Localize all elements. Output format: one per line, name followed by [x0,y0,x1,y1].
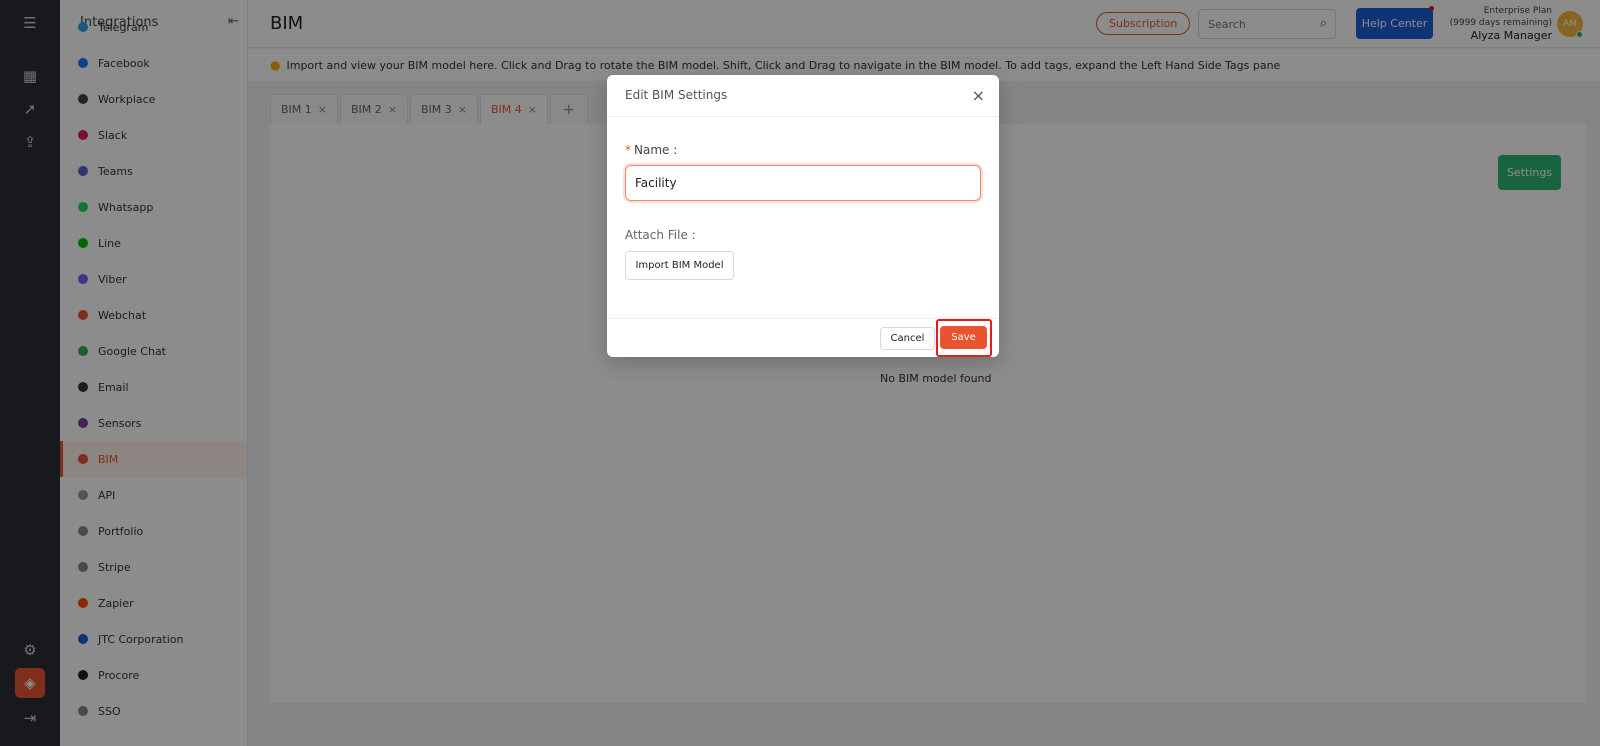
name-input[interactable] [625,165,981,201]
cancel-button[interactable]: Cancel [880,327,935,350]
modal-title: Edit BIM Settings [625,88,728,102]
required-marker: * [625,143,631,157]
import-bim-model-button[interactable]: Import BIM Model [625,251,734,280]
name-label: * Name : [625,143,677,157]
save-button[interactable]: Save [940,326,987,349]
close-icon[interactable]: × [972,86,985,105]
name-label-text: Name : [634,143,678,157]
edit-bim-settings-modal: Edit BIM Settings × *Name : Attach File … [607,75,999,357]
modal-header-divider [607,116,999,117]
attach-file-label: Attach File : [625,228,696,242]
